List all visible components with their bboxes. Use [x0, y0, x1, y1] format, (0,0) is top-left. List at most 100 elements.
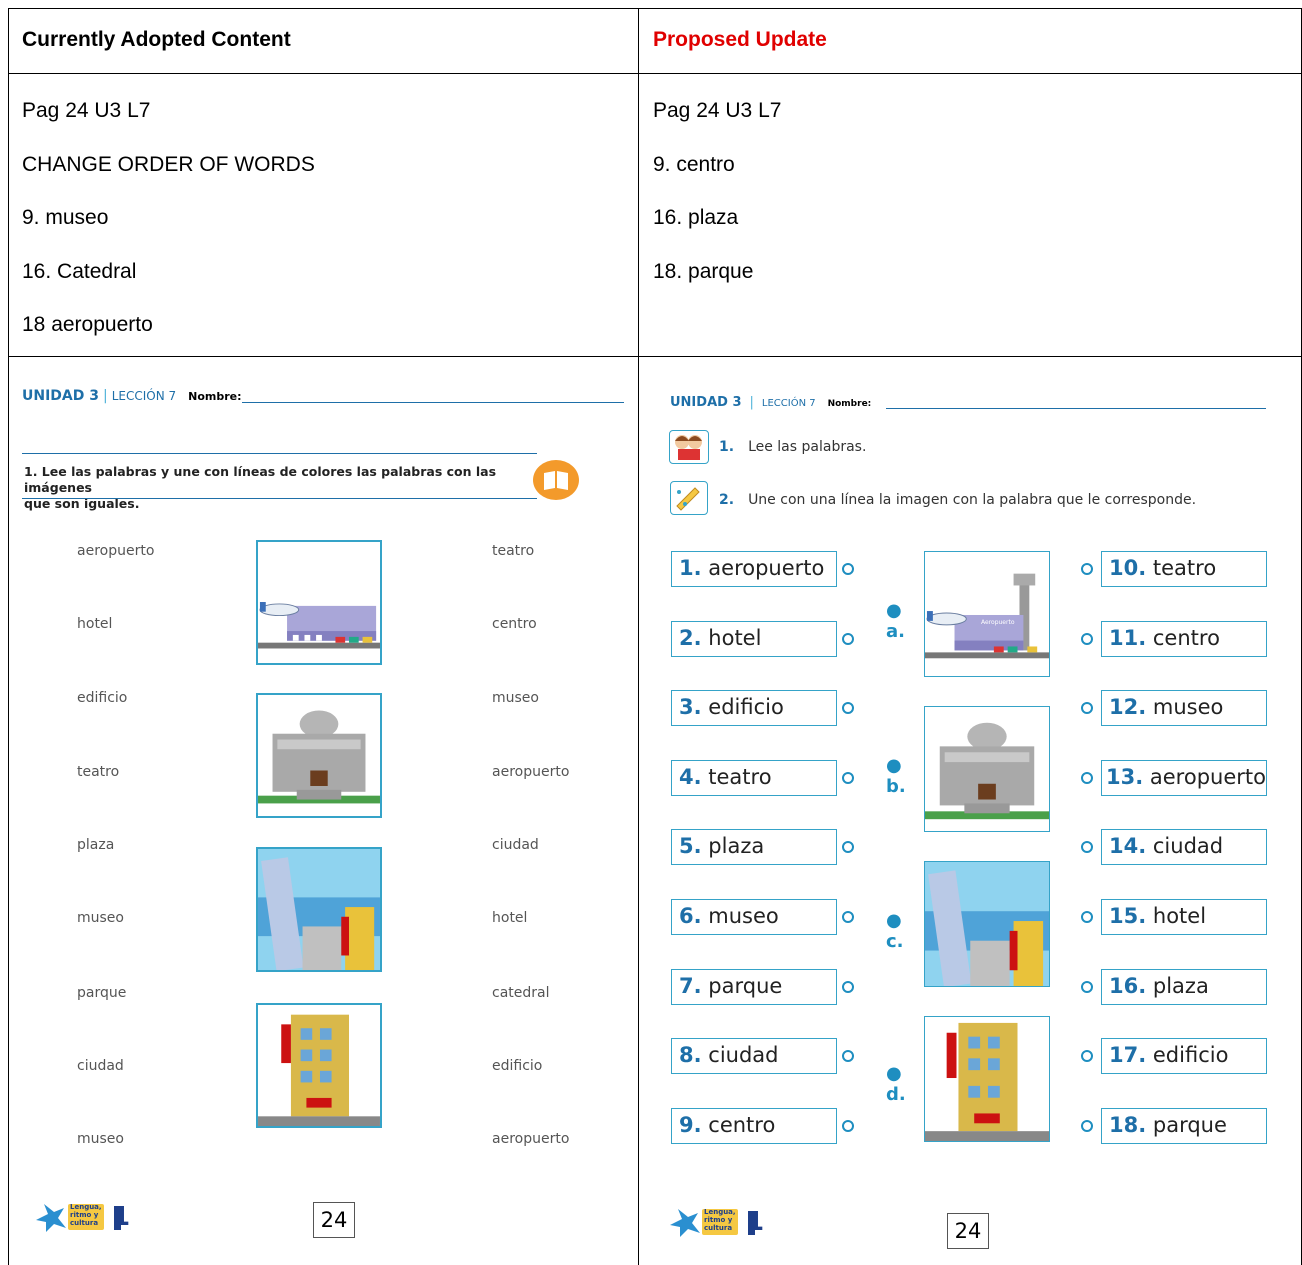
- word-box: 1. aeropuerto: [671, 551, 837, 587]
- word-number: 10.: [1109, 556, 1147, 580]
- nombre-label: Nombre:: [827, 399, 872, 409]
- old-right-word: teatro: [492, 543, 535, 559]
- old-left-word: teatro: [77, 764, 120, 780]
- name-line: [242, 402, 624, 403]
- unidad-label: UNIDAD 3: [22, 388, 99, 404]
- right-notes: Pag 24 U3 L7 9. centro 16. plaza 18. par…: [653, 98, 781, 312]
- picture-letter: ● b.: [886, 755, 906, 797]
- connector-dot: [842, 772, 854, 784]
- logo-text-line: ritmo y: [704, 1216, 733, 1224]
- word-box: 14. ciudad: [1101, 829, 1267, 865]
- old-instruction: 1. Lee las palabras y une con líneas de …: [24, 464, 534, 512]
- word-text: parque: [708, 974, 783, 998]
- old-right-word: ciudad: [492, 837, 539, 853]
- logo-text-line: cultura: [70, 1219, 99, 1227]
- old-left-word: plaza: [77, 837, 115, 853]
- instruction-2: 2. Une con una línea la imagen con la pal…: [719, 492, 1196, 508]
- word-text: ciudad: [1152, 834, 1224, 858]
- instruction-line: 1. Lee las palabras y une con líneas de …: [24, 464, 497, 495]
- word-text: aeropuerto: [1149, 765, 1266, 789]
- picture-letter: ● c.: [886, 910, 904, 952]
- word-box: 5. plaza: [671, 829, 837, 865]
- word-text: centro: [708, 1113, 776, 1137]
- word-number: 14.: [1109, 834, 1147, 858]
- word-box: 8. ciudad: [671, 1038, 837, 1074]
- old-left-word: museo: [77, 910, 124, 926]
- airport-picture: Aeropuerto: [924, 551, 1050, 677]
- hotel-picture: [256, 1003, 382, 1128]
- book-icon: [533, 460, 579, 500]
- series-logo: Lengua, ritmo y cultura 1: [668, 1205, 764, 1239]
- word-number: 2.: [679, 626, 702, 650]
- header-separator: |: [749, 395, 754, 410]
- logo-text-line: Lengua,: [704, 1208, 736, 1216]
- proposed-update-header: Proposed Update: [653, 28, 827, 51]
- old-right-word: aeropuerto: [492, 764, 570, 780]
- connector-dot: [1081, 772, 1093, 784]
- old-right-word: museo: [492, 690, 539, 706]
- page-number: 24: [313, 1202, 355, 1238]
- instruction-text: Une con una línea la imagen con la palab…: [748, 492, 1197, 508]
- picture-letter: ● a.: [886, 600, 905, 642]
- name-line: [886, 408, 1266, 409]
- instruction-number: 2.: [719, 492, 735, 508]
- word-text: plaza: [1152, 974, 1209, 998]
- unidad-label: UNIDAD 3: [670, 395, 742, 410]
- logo-grade: 1: [112, 1202, 131, 1232]
- connector-dot: [842, 702, 854, 714]
- word-number: 4.: [679, 765, 702, 789]
- word-number: 17.: [1109, 1043, 1147, 1067]
- instruction-1: 1. Lee las palabras.: [719, 439, 866, 455]
- word-text: museo: [1152, 695, 1224, 719]
- header-row-border: [8, 73, 1302, 74]
- picture-letter-text: c.: [886, 931, 904, 952]
- old-right-word: aeropuerto: [492, 1131, 570, 1147]
- note-line: 18 aeropuerto: [22, 313, 153, 336]
- note-line: Pag 24 U3 L7: [653, 99, 782, 122]
- picture-letter-text: b.: [886, 776, 906, 797]
- note-line: 16. Catedral: [22, 259, 137, 283]
- leccion-label: LECCIÓN 7: [111, 389, 177, 403]
- old-left-word: ciudad: [77, 1058, 124, 1074]
- connector-dot: [842, 981, 854, 993]
- connector-dot: [842, 1050, 854, 1062]
- connector-dot: [1081, 1050, 1093, 1062]
- hotel-picture: [924, 1016, 1050, 1142]
- connector-dot: [1081, 1120, 1093, 1132]
- word-box: 15. hotel: [1101, 899, 1267, 935]
- word-number: 13.: [1106, 765, 1144, 789]
- city-picture: [924, 861, 1050, 987]
- word-text: edificio: [1152, 1043, 1229, 1067]
- connector-dot: [842, 911, 854, 923]
- word-box: 4. teatro: [671, 760, 837, 796]
- word-box: 6. museo: [671, 899, 837, 935]
- connector-dot: [1081, 911, 1093, 923]
- word-box: 12. museo: [1101, 690, 1267, 726]
- old-right-word: edificio: [492, 1058, 543, 1074]
- logo-text-line: Lengua,: [70, 1203, 102, 1211]
- read-icon: [669, 430, 709, 464]
- museum-picture: [924, 706, 1050, 832]
- picture-letter-text: d.: [886, 1084, 906, 1105]
- old-left-word: parque: [77, 985, 127, 1001]
- instruction-bottom-line: [22, 498, 537, 499]
- leccion-label: LECCIÓN 7: [761, 398, 816, 409]
- word-box: 9. centro: [671, 1108, 837, 1144]
- word-number: 3.: [679, 695, 702, 719]
- instruction-top-line: [22, 453, 537, 454]
- word-box: 16. plaza: [1101, 969, 1267, 1005]
- old-left-word: museo: [77, 1131, 124, 1147]
- logo-text-line: ritmo y: [70, 1211, 99, 1219]
- connector-dot: [842, 1120, 854, 1132]
- nombre-label: Nombre:: [188, 390, 242, 403]
- old-right-word: centro: [492, 616, 537, 632]
- word-number: 7.: [679, 974, 702, 998]
- connector-dot: [842, 633, 854, 645]
- word-text: museo: [708, 904, 779, 928]
- instruction-number: 1.: [719, 439, 735, 455]
- note-line: 16. plaza: [653, 206, 739, 229]
- word-box: 2. hotel: [671, 621, 837, 657]
- connector-dot: [842, 563, 854, 575]
- write-icon: [670, 481, 708, 515]
- word-box: 11. centro: [1101, 621, 1267, 657]
